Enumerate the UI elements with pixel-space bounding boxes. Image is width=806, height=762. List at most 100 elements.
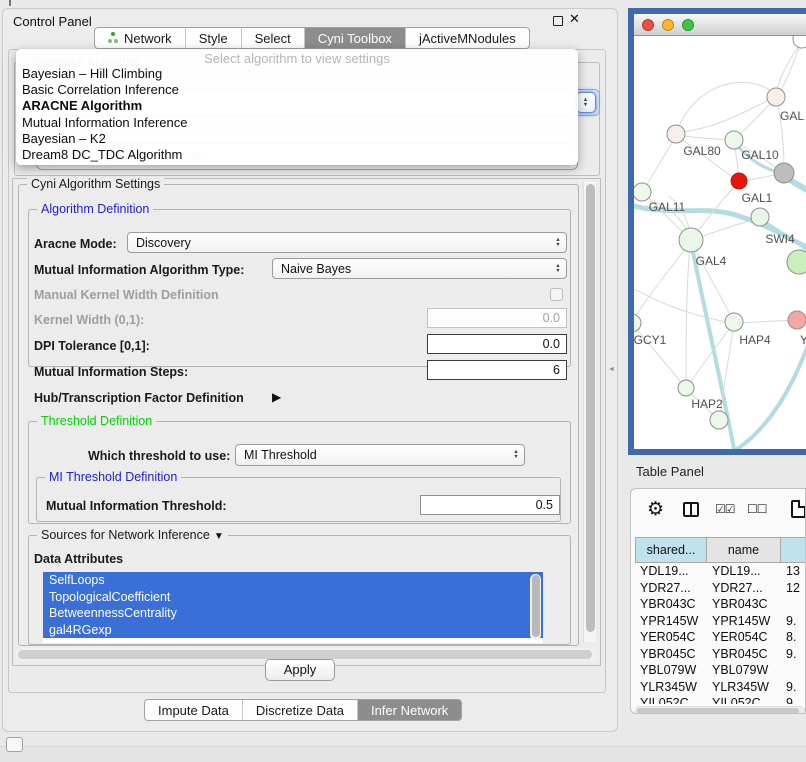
- attribute-item-topologicalcoefficient[interactable]: TopologicalCoefficient: [43, 589, 543, 606]
- algorithm-option-mutual-information-inference[interactable]: Mutual Information Inference: [22, 115, 574, 131]
- algorithm-option-bayesian-hill-climbing[interactable]: Bayesian – Hill Climbing: [22, 66, 574, 82]
- network-edge[interactable]: [682, 97, 776, 132]
- table-row[interactable]: YDR27...YDR27...12: [635, 580, 806, 597]
- table-cell[interactable]: YBR043C: [635, 596, 707, 613]
- table-cell[interactable]: YPR145W: [707, 613, 781, 630]
- new-table-icon[interactable]: [791, 500, 806, 518]
- network-edge[interactable]: [736, 320, 795, 323]
- table-cell[interactable]: YDR27...: [707, 580, 781, 597]
- table-row[interactable]: YBL079WYBL079W: [635, 662, 806, 679]
- table-row[interactable]: YBR045CYBR045C9.: [635, 646, 806, 663]
- tab-network[interactable]: Network: [95, 28, 185, 48]
- network-node-gcy1[interactable]: [634, 314, 641, 332]
- tab-style[interactable]: Style: [185, 28, 241, 48]
- table-cell[interactable]: 9.: [781, 695, 806, 704]
- column-header-2[interactable]: [781, 537, 806, 563]
- settings-vertical-scrollbar[interactable]: [583, 182, 596, 642]
- table-cell[interactable]: YER054C: [707, 629, 781, 646]
- table-cell[interactable]: YIL052C: [707, 695, 781, 704]
- tab-impute-data[interactable]: Impute Data: [145, 700, 242, 720]
- network-node-hap4[interactable]: [725, 313, 743, 331]
- table-cell[interactable]: YLR345W: [635, 679, 707, 696]
- table-cell[interactable]: YDL19...: [707, 563, 781, 580]
- network-node[interactable]: [787, 250, 806, 274]
- table-cell[interactable]: YDL19...: [635, 563, 707, 580]
- gear-icon[interactable]: ⚙: [647, 498, 664, 521]
- table-cell[interactable]: 12: [781, 580, 806, 597]
- collapse-down-icon[interactable]: [214, 531, 224, 542]
- zoom-traffic-light-icon[interactable]: [682, 19, 694, 31]
- network-edge[interactable]: [686, 244, 690, 386]
- table-cell[interactable]: 9.: [781, 613, 806, 630]
- table-row[interactable]: YBR043CYBR043C: [635, 596, 806, 613]
- attribute-item-gal4rgexp[interactable]: gal4RGexp: [43, 622, 543, 639]
- tab-select[interactable]: Select: [241, 28, 304, 48]
- algorithm-option-basic-correlation-inference[interactable]: Basic Correlation Inference: [22, 82, 574, 98]
- table-cell[interactable]: YLR345W: [707, 679, 781, 696]
- manual-kernel-checkbox[interactable]: [550, 288, 563, 301]
- table-cell[interactable]: YIL052C: [635, 695, 707, 704]
- network-node-gal80[interactable]: [667, 125, 685, 143]
- table-cell[interactable]: 13: [781, 563, 806, 580]
- table-cell[interactable]: 8.: [781, 629, 806, 646]
- network-node-gal10[interactable]: [725, 131, 743, 149]
- table-cell[interactable]: YBR045C: [707, 646, 781, 663]
- float-panel-icon[interactable]: [553, 16, 563, 26]
- splitter-collapse-icon[interactable]: [608, 366, 615, 373]
- mi-type-combobox[interactable]: Naive Bayes: [272, 258, 567, 279]
- network-node-gal4[interactable]: [679, 228, 703, 252]
- split-columns-icon[interactable]: [683, 502, 699, 517]
- network-node[interactable]: [710, 411, 728, 429]
- network-node-hap2[interactable]: [678, 380, 694, 396]
- table-cell[interactable]: YDR27...: [635, 580, 707, 597]
- network-node-gal11[interactable]: [634, 183, 651, 201]
- close-traffic-light-icon[interactable]: [642, 19, 654, 31]
- tab-discretize-data[interactable]: Discretize Data: [242, 700, 357, 720]
- docked-panel-icon[interactable]: [6, 737, 23, 752]
- table-row[interactable]: YLR345WYLR345W9.: [635, 679, 806, 696]
- column-header-name[interactable]: name: [707, 537, 781, 563]
- column-header-shared[interactable]: shared...: [635, 537, 707, 563]
- table-cell[interactable]: YBR045C: [635, 646, 707, 663]
- hub-section-label[interactable]: Hub/Transcription Factor Definition: [34, 391, 244, 405]
- table-row[interactable]: YDL19...YDL19...13: [635, 563, 806, 580]
- table-cell[interactable]: [781, 662, 806, 679]
- mi-threshold-field[interactable]: 0.5: [420, 495, 560, 515]
- algorithm-option-aracne-algorithm[interactable]: ARACNE Algorithm: [22, 98, 574, 114]
- network-node-y[interactable]: [788, 311, 806, 329]
- network-node-gal[interactable]: [767, 88, 785, 106]
- table-cell[interactable]: YBL079W: [707, 662, 781, 679]
- dpi-tolerance-field[interactable]: 0.0: [427, 334, 567, 354]
- deselect-all-icon[interactable]: ☐☐: [747, 502, 767, 516]
- expand-right-icon[interactable]: [272, 390, 281, 404]
- network-node[interactable]: [793, 36, 806, 48]
- network-edge[interactable]: [643, 136, 676, 191]
- select-all-icon[interactable]: ☑☑: [715, 502, 735, 516]
- algorithm-option-dream8-dc-tdc-algorithm[interactable]: Dream8 DC_TDC Algorithm: [22, 147, 574, 163]
- minimize-traffic-light-icon[interactable]: [662, 19, 674, 31]
- aracne-mode-combobox[interactable]: Discovery: [127, 232, 567, 253]
- table-cell[interactable]: YBL079W: [635, 662, 707, 679]
- apply-button[interactable]: Apply: [265, 659, 335, 681]
- table-row[interactable]: YER054CYER054C8.: [635, 629, 806, 646]
- network-edge[interactable]: [737, 334, 806, 449]
- network-node-gal1[interactable]: [731, 173, 747, 189]
- attribute-item-betweennesscentrality[interactable]: BetweennessCentrality: [43, 605, 543, 622]
- table-cell[interactable]: YPR145W: [635, 613, 707, 630]
- which-threshold-combobox[interactable]: MI Threshold: [235, 444, 525, 466]
- tab-cyni-toolbox[interactable]: Cyni Toolbox: [304, 28, 405, 48]
- table-row[interactable]: YIL052CYIL052C9.: [635, 695, 806, 704]
- network-window-titlebar[interactable]: [634, 14, 806, 36]
- network-edge[interactable]: [778, 40, 802, 96]
- kernel-width-field[interactable]: 0.0: [427, 308, 567, 328]
- close-icon[interactable]: ✕: [569, 11, 580, 27]
- network-canvas[interactable]: GALGAL80GAL10GAL1GAL11SWI4GAL4GCY1HAP4YH…: [634, 36, 806, 449]
- table-cell[interactable]: YBR043C: [707, 596, 781, 613]
- table-cell[interactable]: 9.: [781, 646, 806, 663]
- attribute-item-selfloops[interactable]: SelfLoops: [43, 572, 543, 589]
- attribute-list-scrollbar[interactable]: [530, 574, 541, 640]
- table-cell[interactable]: YER054C: [635, 629, 707, 646]
- network-edge[interactable]: [634, 286, 732, 323]
- table-horizontal-scrollbar[interactable]: [635, 706, 805, 714]
- network-node-swi4[interactable]: [751, 208, 769, 226]
